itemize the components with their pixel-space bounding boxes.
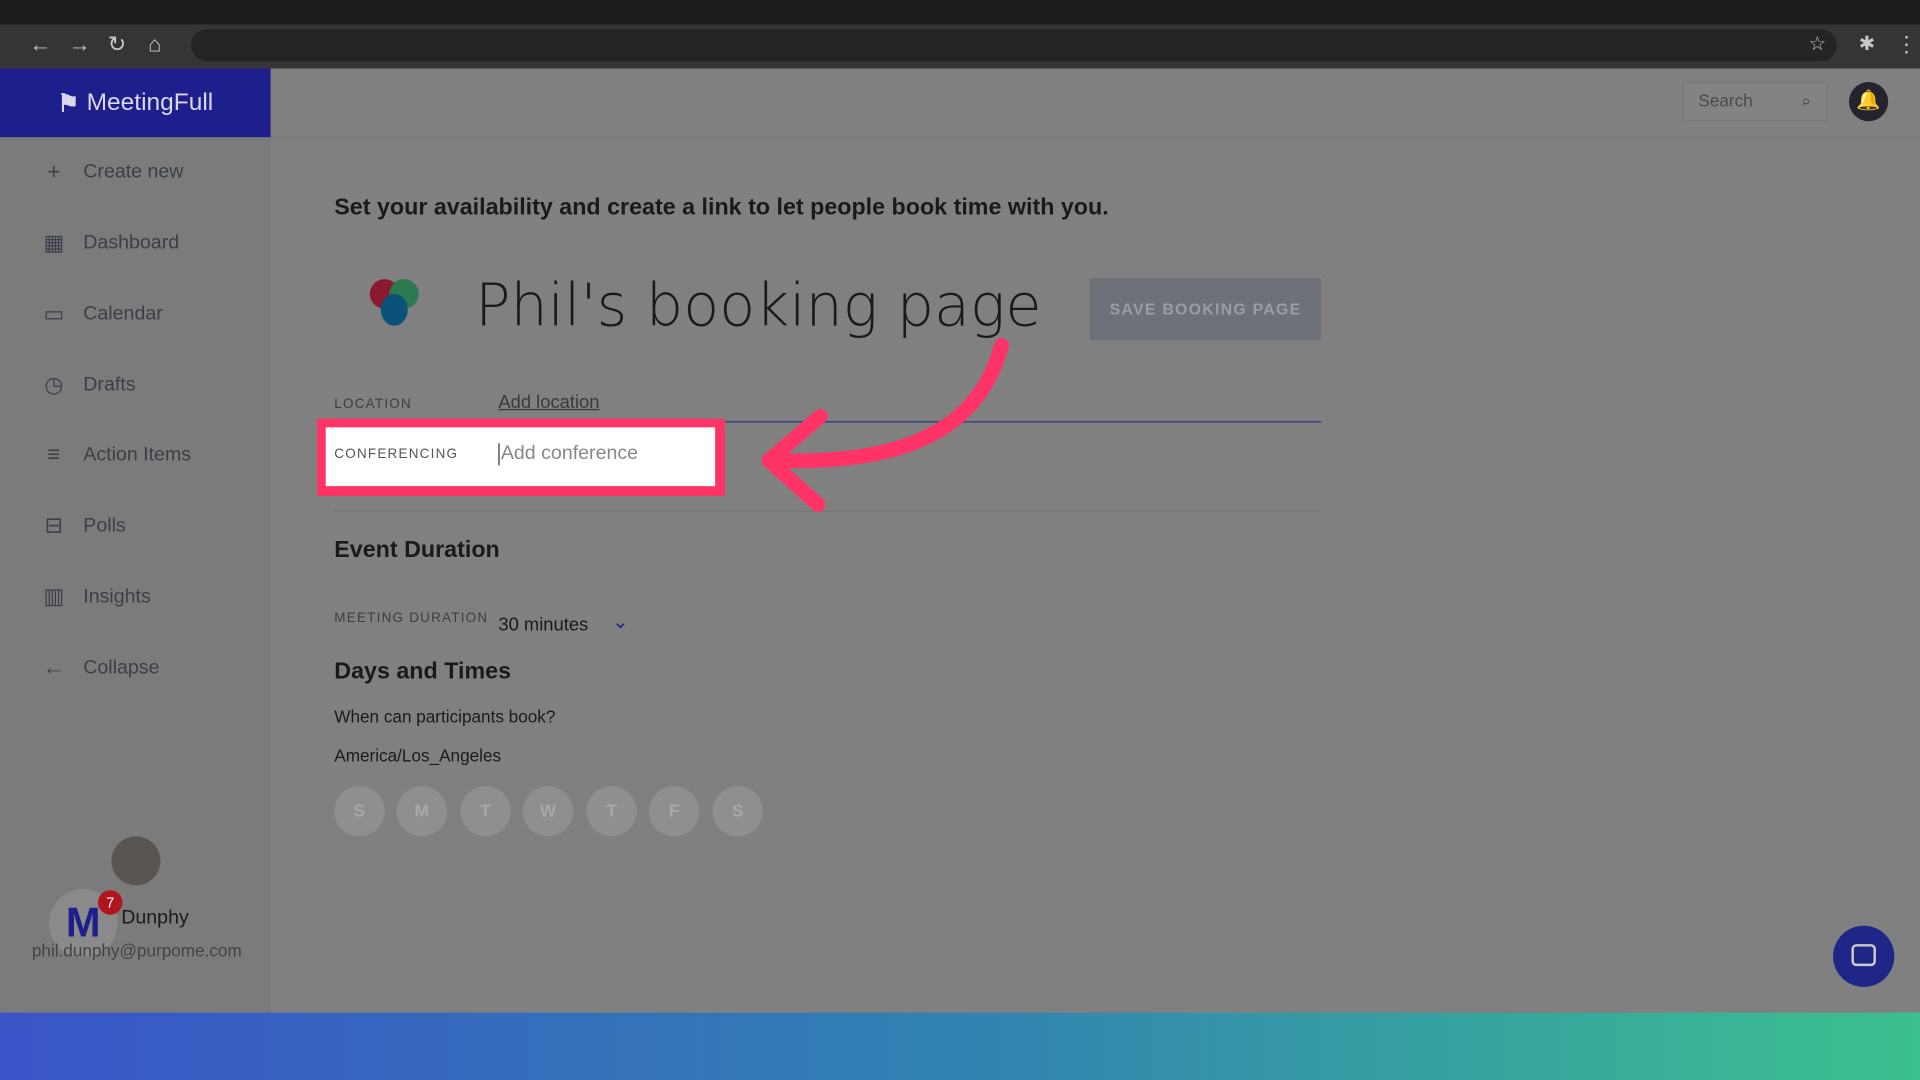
event-duration-heading: Event Duration (334, 537, 500, 564)
ballot-box-icon: ⊟ (44, 513, 64, 538)
forward-icon[interactable]: → (69, 32, 91, 58)
conferencing-label: CONFERENCING (334, 446, 459, 462)
sidebar-item-create-new[interactable]: + Create new (42, 159, 184, 185)
back-icon[interactable]: ← (29, 32, 51, 58)
save-booking-page-button[interactable]: SAVE BOOKING PAGE (1089, 277, 1322, 341)
user-email: phil.dunphy@purpome.com (31, 940, 242, 961)
add-location-link[interactable]: Add location (498, 392, 599, 413)
address-bar[interactable] (191, 29, 1837, 62)
sidebar-item-calendar[interactable]: ▭ Calendar (42, 301, 163, 327)
bottom-gradient-banner (0, 1012, 1920, 1080)
notification-badge: 7 (97, 890, 123, 915)
location-label: LOCATION (334, 396, 412, 412)
day-toggle-sunday[interactable]: S (334, 786, 385, 837)
avatar[interactable] (111, 836, 161, 886)
intro-text: Set your availability and create a link … (334, 194, 1109, 221)
plus-icon: + (47, 159, 61, 184)
search-icon: ⌕ (1801, 90, 1812, 111)
sidebar-item-collapse[interactable]: ← Collapse (42, 655, 160, 681)
reload-icon[interactable]: ↻ (108, 32, 126, 58)
calendar-icon: ▭ (43, 301, 65, 326)
list-icon: ≡ (47, 442, 61, 467)
notifications-bell-icon[interactable]: 🔔 (1848, 82, 1889, 122)
home-icon[interactable]: ⌂ (148, 32, 161, 58)
bookmark-star-icon[interactable]: ☆ (1809, 32, 1827, 56)
chevron-down-icon[interactable]: ⌄ (612, 610, 628, 634)
sidebar-item-polls[interactable]: ⊟ Polls (42, 513, 126, 539)
bar-chart-icon: ▥ (43, 584, 65, 609)
day-toggle-saturday[interactable]: S (712, 786, 763, 837)
sidebar-item-dashboard[interactable]: ▦ Dashboard (42, 230, 179, 256)
search-input[interactable]: Search ⌕ (1682, 82, 1827, 122)
chat-button[interactable] (1833, 925, 1895, 987)
clock-icon: ◷ (44, 372, 64, 397)
sidebar-item-drafts[interactable]: ◷ Drafts (42, 372, 136, 398)
day-toggle-wednesday[interactable]: W (522, 786, 574, 837)
conference-input[interactable]: Add conference (498, 443, 709, 466)
timezone[interactable]: America/Los_Angeles (334, 746, 501, 766)
top-bar (270, 69, 1920, 139)
browser-tab-bar (0, 0, 1920, 25)
booking-logo-icon (369, 279, 424, 328)
meeting-duration-label: MEETING DURATION (334, 611, 489, 626)
pointer-arrow (761, 337, 1009, 512)
day-toggle-thursday[interactable]: T (586, 786, 637, 837)
days-question: When can participants book? (334, 706, 556, 727)
brand-logo[interactable]: ⚑ MeetingFull (0, 68, 271, 138)
grid-icon: ▦ (43, 230, 65, 255)
sidebar-item-insights[interactable]: ▥ Insights (42, 584, 151, 610)
days-times-heading: Days and Times (334, 658, 512, 685)
day-toggle-tuesday[interactable]: T (460, 786, 511, 837)
browser-menu-icon[interactable]: ⋮ (1896, 32, 1918, 58)
user-name: Dunphy (121, 907, 189, 929)
extensions-icon[interactable]: ✱ (1859, 32, 1875, 56)
arrow-left-icon: ← (42, 655, 65, 680)
day-toggle-friday[interactable]: F (648, 786, 700, 837)
sidebar-item-action-items[interactable]: ≡ Action Items (42, 442, 191, 468)
chat-icon (1851, 944, 1876, 967)
logo-icon: ⚑ (57, 90, 80, 117)
meeting-duration-select[interactable]: 30 minutes (498, 615, 588, 636)
day-toggle-monday[interactable]: M (396, 786, 447, 837)
